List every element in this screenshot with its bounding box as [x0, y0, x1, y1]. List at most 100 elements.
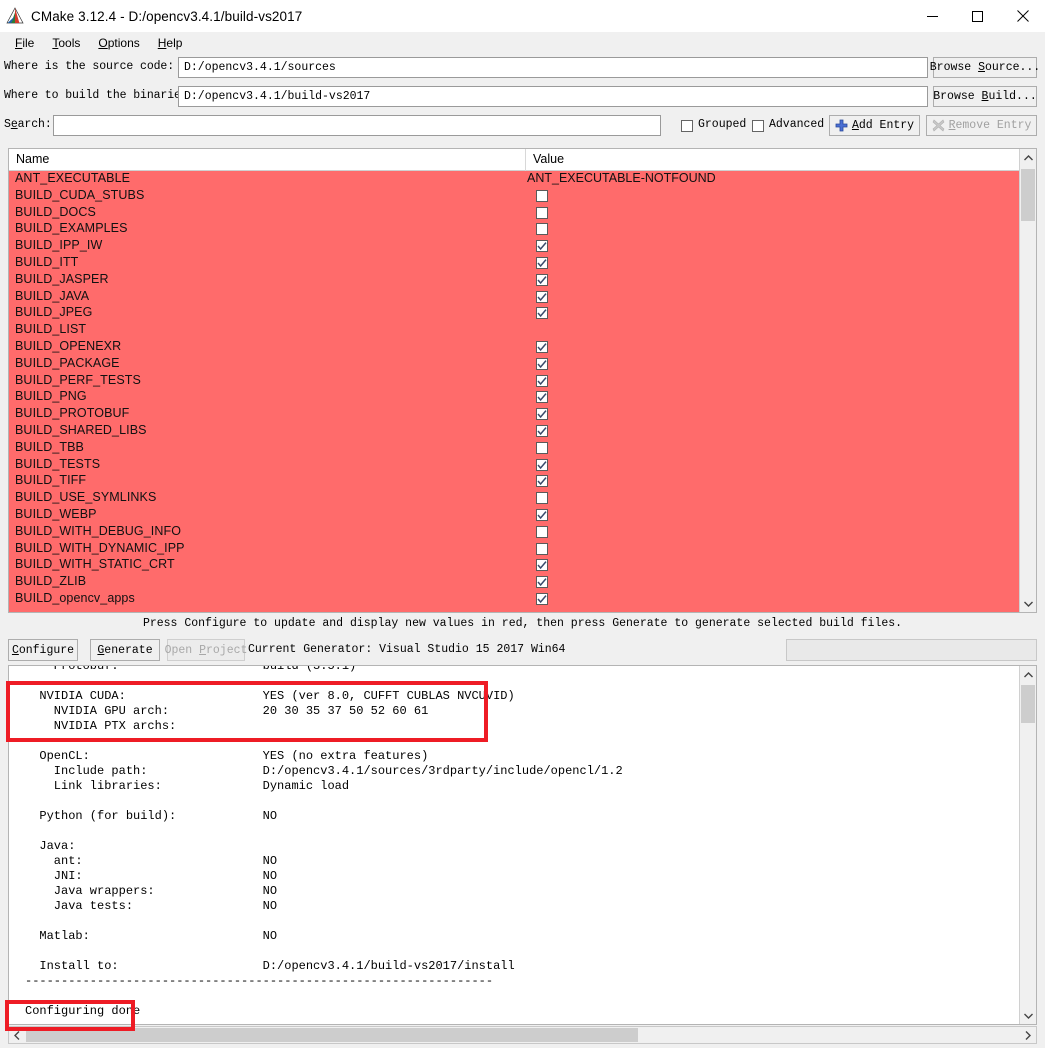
cache-value-checkbox[interactable]	[536, 240, 548, 253]
scroll-up-icon[interactable]	[1020, 149, 1036, 166]
table-row[interactable]: BUILD_EXAMPLES	[9, 221, 1021, 238]
cache-value-checkbox[interactable]	[536, 592, 548, 605]
search-input[interactable]	[53, 115, 661, 136]
title-bar: CMake 3.12.4 - D:/opencv3.4.1/build-vs20…	[0, 0, 1045, 32]
cache-value-text[interactable]: ANT_EXECUTABLE-NOTFOUND	[527, 171, 716, 185]
table-row[interactable]: BUILD_IPP_IW	[9, 238, 1021, 255]
add-entry-button[interactable]: Add Entry	[829, 115, 920, 136]
log-vertical-scrollbar[interactable]	[1019, 666, 1036, 1024]
column-header-name[interactable]: Name	[16, 152, 49, 166]
cache-value-checkbox[interactable]	[536, 441, 548, 454]
cache-variable-name: BUILD_TIFF	[15, 473, 87, 488]
log-scroll-right-icon[interactable]	[1020, 1027, 1036, 1043]
cache-value-checkbox[interactable]	[536, 223, 548, 236]
cmake-logo-icon	[6, 7, 24, 24]
close-button[interactable]	[1000, 0, 1045, 32]
cache-value-checkbox[interactable]	[536, 374, 548, 387]
table-row[interactable]: BUILD_JASPER	[9, 272, 1021, 289]
table-row[interactable]: BUILD_PACKAGE	[9, 356, 1021, 373]
minimize-button[interactable]	[910, 0, 955, 32]
remove-entry-button[interactable]: Remove Entry	[926, 115, 1037, 136]
cache-value-checkbox[interactable]	[536, 408, 548, 421]
log-output-panel[interactable]: Protobuf: build (3.5.1) NVIDIA CUDA: YES…	[8, 665, 1037, 1025]
table-row[interactable]: BUILD_WITH_DEBUG_INFO	[9, 524, 1021, 541]
table-row[interactable]: BUILD_opencv_apps	[9, 591, 1021, 608]
cache-value-checkbox[interactable]	[536, 206, 548, 219]
table-row[interactable]: BUILD_ZLIB	[9, 574, 1021, 591]
generate-label: Generate	[97, 643, 153, 657]
cache-value-checkbox[interactable]	[536, 290, 548, 303]
cache-value-checkbox[interactable]	[536, 357, 548, 370]
column-divider[interactable]	[525, 149, 526, 171]
scroll-down-icon[interactable]	[1020, 595, 1036, 612]
cache-scroll-thumb[interactable]	[1021, 169, 1035, 221]
cache-value-checkbox[interactable]	[536, 424, 548, 437]
maximize-button[interactable]	[955, 0, 1000, 32]
log-hscroll-thumb[interactable]	[26, 1028, 638, 1042]
cache-variable-name: BUILD_JAVA	[15, 288, 90, 303]
table-row[interactable]: BUILD_PROTOBUF	[9, 406, 1021, 423]
cache-value-checkbox[interactable]	[536, 189, 548, 202]
log-horizontal-scrollbar[interactable]	[8, 1026, 1037, 1044]
table-row[interactable]: BUILD_JPEG	[9, 305, 1021, 322]
advanced-label[interactable]: Advanced	[769, 118, 824, 131]
table-row[interactable]: BUILD_PERF_TESTS	[9, 373, 1021, 390]
cache-value-checkbox[interactable]	[536, 391, 548, 404]
build-combo-input[interactable]: D:/opencv3.4.1/build-vs2017	[178, 86, 928, 107]
grouped-label[interactable]: Grouped	[698, 118, 746, 131]
table-row[interactable]: BUILD_PNG	[9, 389, 1021, 406]
cache-value-checkbox[interactable]	[536, 525, 548, 538]
cache-value-checkbox[interactable]	[536, 492, 548, 505]
log-scroll-down-icon[interactable]	[1020, 1007, 1036, 1024]
browse-source-label: Browse Source...	[929, 61, 1041, 74]
table-row[interactable]: BUILD_TESTS	[9, 457, 1021, 474]
log-scroll-up-icon[interactable]	[1020, 666, 1036, 683]
menu-file[interactable]: File	[6, 34, 43, 52]
cache-value-checkbox[interactable]	[536, 307, 548, 320]
table-row[interactable]: BUILD_SHARED_LIBS	[9, 423, 1021, 440]
source-row: Where is the source code: D:/opencv3.4.1…	[0, 57, 1045, 81]
table-row[interactable]: BUILD_TBB	[9, 440, 1021, 457]
cache-vertical-scrollbar[interactable]	[1019, 149, 1036, 612]
cache-value-checkbox[interactable]	[536, 576, 548, 589]
menu-help[interactable]: Help	[149, 34, 192, 52]
table-row[interactable]: BUILD_JAVA	[9, 289, 1021, 306]
cache-variable-name: BUILD_WITH_STATIC_CRT	[15, 557, 175, 572]
log-scroll-thumb[interactable]	[1021, 685, 1035, 723]
cache-value-checkbox[interactable]	[536, 542, 548, 555]
check-icon	[537, 259, 547, 268]
table-row[interactable]: BUILD_OPENEXR	[9, 339, 1021, 356]
log-scroll-left-icon[interactable]	[9, 1027, 25, 1043]
check-icon	[537, 460, 547, 469]
cache-value-checkbox[interactable]	[536, 340, 548, 353]
table-row[interactable]: BUILD_WEBP	[9, 507, 1021, 524]
cache-value-checkbox[interactable]	[536, 508, 548, 521]
advanced-checkbox[interactable]	[752, 120, 764, 132]
column-header-value[interactable]: Value	[533, 152, 564, 166]
table-row[interactable]: BUILD_WITH_DYNAMIC_IPP	[9, 541, 1021, 558]
remove-x-icon	[932, 119, 944, 132]
table-row[interactable]: BUILD_WITH_STATIC_CRT	[9, 557, 1021, 574]
cache-value-checkbox[interactable]	[536, 475, 548, 488]
table-row[interactable]: BUILD_TIFF	[9, 473, 1021, 490]
open-project-button[interactable]: Open Project	[165, 639, 247, 661]
table-row[interactable]: ANT_EXECUTABLE ANT_EXECUTABLE-NOTFOUND	[9, 171, 1021, 188]
grouped-checkbox[interactable]	[681, 120, 693, 132]
configure-button[interactable]: Configure	[8, 639, 78, 661]
table-row[interactable]: BUILD_DOCS	[9, 205, 1021, 222]
cache-value-checkbox[interactable]	[536, 559, 548, 572]
table-row[interactable]: BUILD_LIST	[9, 322, 1021, 339]
cache-value-checkbox[interactable]	[536, 458, 548, 471]
cache-value-checkbox[interactable]	[536, 256, 548, 269]
menu-tools[interactable]: Tools	[43, 34, 89, 52]
table-row[interactable]: BUILD_CUDA_STUBS	[9, 188, 1021, 205]
cache-value-checkbox[interactable]	[536, 273, 548, 286]
browse-source-button[interactable]: Browse Source...	[929, 57, 1041, 78]
menu-options[interactable]: Options	[89, 34, 148, 52]
browse-build-button[interactable]: Browse Build...	[933, 86, 1037, 107]
table-row[interactable]: BUILD_ITT	[9, 255, 1021, 272]
generate-button[interactable]: Generate	[90, 639, 160, 661]
cache-variables-table[interactable]: Name Value ANT_EXECUTABLE ANT_EXECUTABLE-…	[8, 148, 1037, 613]
source-input[interactable]: D:/opencv3.4.1/sources	[178, 57, 928, 78]
table-row[interactable]: BUILD_USE_SYMLINKS	[9, 490, 1021, 507]
